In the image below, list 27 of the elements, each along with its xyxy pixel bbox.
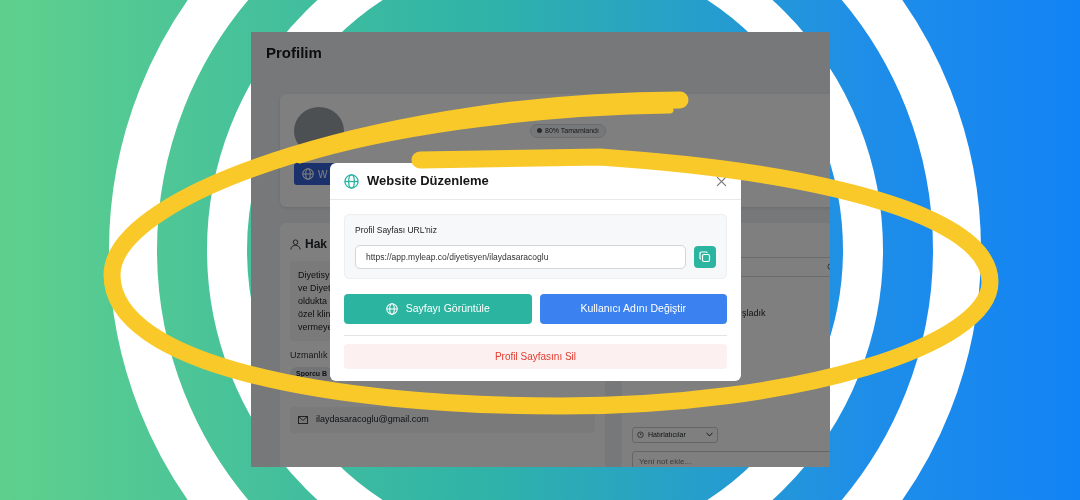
about-text-line: Diyetisy <box>298 269 330 282</box>
email-text: ilaydasaracoglu@gmail.com <box>316 413 429 426</box>
field-label: Profil Sayfası URL'niz <box>355 224 438 237</box>
note-input[interactable]: Yeni not ekle... <box>632 451 830 467</box>
dialog-title: Website Düzenleme <box>367 172 490 191</box>
about-text-line: vermeye <box>298 321 333 334</box>
change-username-button[interactable]: Kullanıcı Adını Değiştir <box>539 293 727 324</box>
field-label: Uzmanlık <box>290 349 328 362</box>
user-icon <box>290 238 301 250</box>
close-icon[interactable] <box>716 175 727 187</box>
copy-icon <box>699 250 711 263</box>
delete-page-button[interactable]: Profil Sayfasını Sil <box>344 343 727 369</box>
copy-button[interactable] <box>694 245 716 268</box>
about-text-line: ve Diyet <box>298 282 331 295</box>
url-field[interactable]: https://app.myleap.co/diyetisyen/ilaydasaracoglu <box>355 244 686 269</box>
alarm-clock-icon <box>637 431 644 439</box>
about-text-line: oldukta <box>298 295 328 308</box>
view-page-button[interactable]: Sayfayı Görüntüle <box>344 293 532 324</box>
page-title: Profilim <box>266 44 323 62</box>
about-text-line: özel klin <box>298 308 331 321</box>
card-title: Hak <box>305 236 327 253</box>
chevron-icon <box>706 432 713 438</box>
note-text: şladık <box>742 307 766 320</box>
globe-icon <box>385 302 398 315</box>
globe-icon <box>344 173 359 189</box>
mail-icon <box>298 415 308 424</box>
globe-icon <box>302 168 314 180</box>
